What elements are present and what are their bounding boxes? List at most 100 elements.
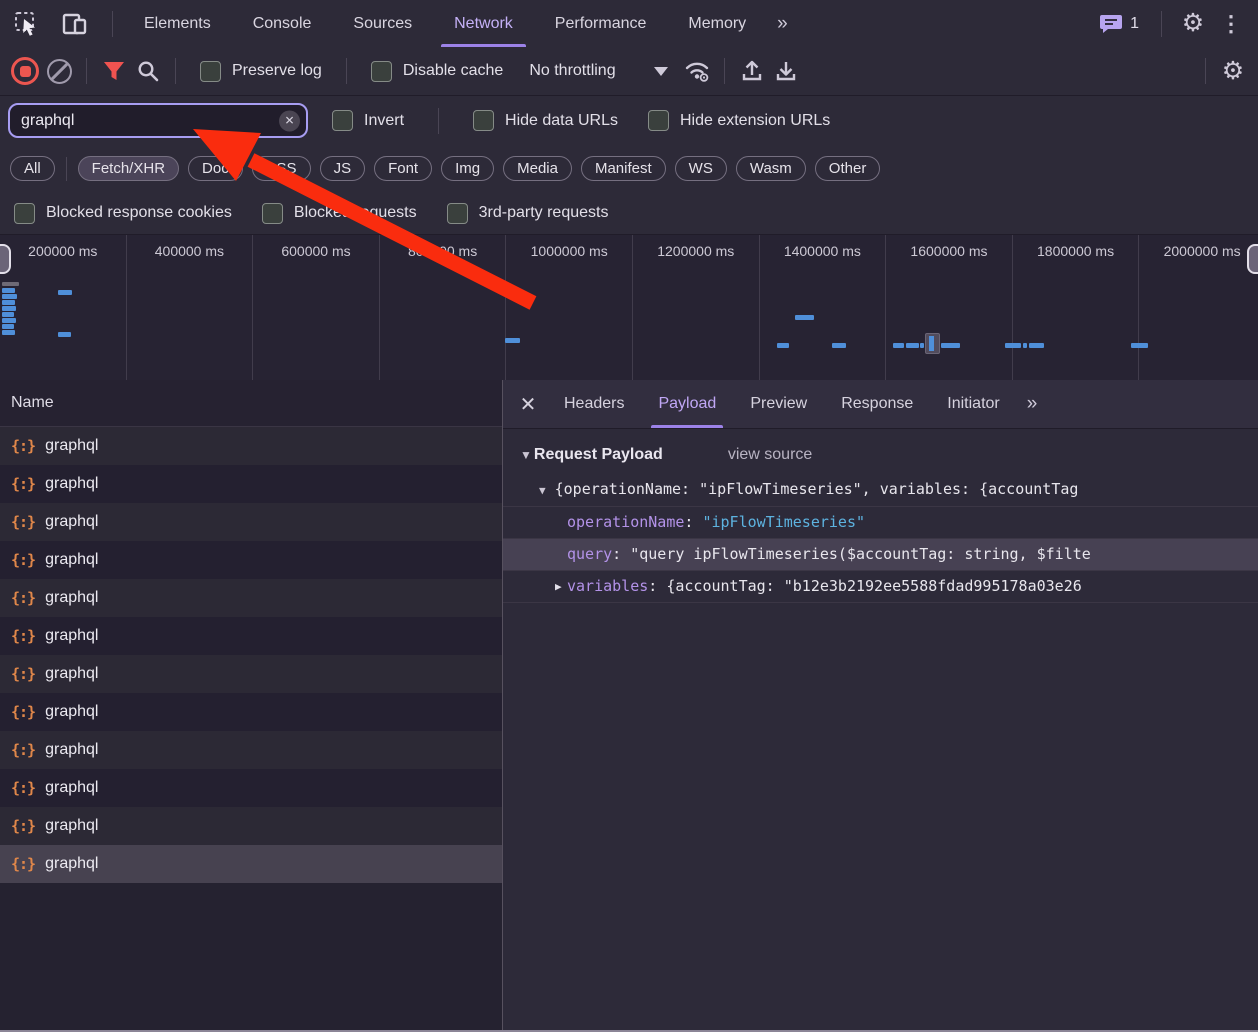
timeline-column: 1600000 ms	[886, 235, 1013, 382]
preserve-log-checkbox[interactable]	[200, 60, 221, 82]
chip-media[interactable]: Media	[503, 156, 572, 181]
close-detail-icon[interactable]: ✕	[509, 385, 547, 423]
request-row[interactable]: {:} graphql	[0, 769, 502, 807]
chip-other[interactable]: Other	[814, 156, 881, 181]
chip-manifest[interactable]: Manifest	[580, 156, 666, 181]
settings-gear-icon[interactable]: ⚙	[1176, 7, 1210, 41]
hide-data-urls-checkbox[interactable]	[473, 110, 495, 131]
network-overview-timeline[interactable]: 200000 ms 400000 ms 600000 ms 800000 ms 1000…	[0, 235, 1258, 384]
import-har-icon[interactable]	[735, 54, 769, 88]
payload-preview-text: {operationName: "ipFlowTimeseries", vari…	[554, 480, 1079, 498]
chip-font[interactable]: Font	[374, 156, 433, 181]
tab-network[interactable]: Network	[433, 0, 534, 47]
issues-button[interactable]: 1	[1091, 13, 1147, 35]
blocked-requests-toggle[interactable]: Blocked requests	[261, 202, 417, 224]
network-main-area: Name {:} graphql {:} graphql {:} graphql {:} gr…	[0, 380, 1258, 1030]
search-icon[interactable]	[131, 54, 165, 88]
filter-input-wrapper: ✕	[8, 103, 308, 138]
waterfall-bar	[2, 282, 19, 286]
network-settings-gear-icon[interactable]: ⚙	[1216, 54, 1250, 88]
request-row[interactable]: {:} graphql	[0, 617, 502, 655]
inspect-element-icon[interactable]	[10, 7, 44, 41]
timeline-column: 400000 ms	[127, 235, 254, 382]
request-row[interactable]: {:} graphql	[0, 845, 502, 883]
tab-sources[interactable]: Sources	[332, 0, 433, 47]
payload-entry-variables[interactable]: ▶ variables: {accountTag: "b12e3b2192ee55…	[503, 570, 1258, 603]
chip-css[interactable]: CSS	[251, 156, 311, 181]
extra-filter-checks: Blocked response cookies Blocked requests…	[0, 192, 1258, 235]
request-row[interactable]: {:} graphql	[0, 503, 502, 541]
invert-checkbox[interactable]	[332, 110, 353, 131]
json-file-icon: {:}	[11, 741, 36, 759]
kebab-menu-icon[interactable]: ⋮	[1214, 7, 1248, 41]
request-row[interactable]: {:} graphql	[0, 465, 502, 503]
filter-icon[interactable]	[97, 54, 131, 88]
request-row[interactable]: {:} graphql	[0, 655, 502, 693]
tab-memory[interactable]: Memory	[667, 0, 767, 47]
chip-wasm[interactable]: Wasm	[735, 156, 806, 181]
hide-extension-urls-toggle[interactable]: Hide extension URLs	[642, 110, 836, 131]
chip-js[interactable]: JS	[319, 156, 366, 181]
request-row[interactable]: {:} graphql	[0, 427, 502, 465]
request-row[interactable]: {:} graphql	[0, 807, 502, 845]
detail-tab-response[interactable]: Response	[824, 380, 930, 428]
tab-console[interactable]: Console	[232, 0, 333, 47]
hide-data-urls-toggle[interactable]: Hide data URLs	[449, 110, 642, 131]
toolbar-divider	[723, 58, 725, 84]
filter-input[interactable]	[10, 105, 306, 136]
payload-root-preview[interactable]: ▼ {operationName: "ipFlowTimeseries", va…	[503, 470, 1258, 506]
hide-extension-urls-checkbox[interactable]	[647, 110, 669, 131]
checkbox-icon[interactable]	[14, 202, 35, 224]
payload-entry-operationName[interactable]: operationName: "ipFlowTimeseries"	[503, 506, 1258, 538]
request-payload-section-header[interactable]: ▼ Request Payload view source	[503, 429, 1258, 470]
throttling-dropdown[interactable]: No throttling	[517, 62, 679, 80]
tab-elements[interactable]: Elements	[123, 0, 232, 47]
disable-cache-checkbox[interactable]	[370, 60, 392, 82]
preserve-log-toggle[interactable]: Preserve log	[186, 60, 336, 82]
request-row[interactable]: {:} graphql	[0, 731, 502, 769]
json-file-icon: {:}	[11, 855, 36, 873]
checkbox-icon[interactable]	[261, 202, 283, 224]
disable-cache-toggle[interactable]: Disable cache	[357, 60, 518, 82]
name-column-header[interactable]: Name	[0, 380, 502, 427]
detail-more-tabs-icon[interactable]: »	[1017, 393, 1046, 415]
chip-ws[interactable]: WS	[674, 156, 727, 181]
detail-tab-payload[interactable]: Payload	[641, 380, 733, 428]
overview-right-handle[interactable]	[1247, 244, 1258, 274]
more-panels-icon[interactable]: »	[767, 13, 796, 35]
3rd-party-requests-toggle[interactable]: 3rd-party requests	[446, 202, 609, 224]
clear-network-log-button[interactable]	[42, 54, 76, 88]
record-network-log-button[interactable]	[8, 54, 42, 88]
payload-entry-query[interactable]: query: "query ipFlowTimeseries($accountT…	[503, 538, 1258, 570]
chip-doc[interactable]: Doc	[188, 156, 243, 181]
chip-img[interactable]: Img	[441, 156, 495, 181]
expand-triangle-icon[interactable]: ▶	[555, 571, 562, 602]
check-label: 3rd-party requests	[478, 204, 609, 221]
clear-filter-icon[interactable]: ✕	[279, 110, 300, 131]
filter-divider	[438, 107, 440, 134]
request-row[interactable]: {:} graphql	[0, 579, 502, 617]
request-row[interactable]: {:} graphql	[0, 541, 502, 579]
payload-separator: :	[612, 545, 631, 563]
view-source-link[interactable]: view source	[728, 446, 812, 464]
request-row[interactable]: {:} graphql	[0, 693, 502, 731]
blocked-response-cookies-toggle[interactable]: Blocked response cookies	[14, 202, 232, 224]
request-name: graphql	[45, 703, 99, 720]
expand-triangle-icon: ▼	[539, 484, 546, 497]
device-toolbar-icon[interactable]	[58, 7, 92, 41]
payload-view: ▼ Request Payload view source ▼ {operati…	[503, 429, 1258, 1030]
invert-filter-toggle[interactable]: Invert	[308, 110, 428, 131]
checkbox-icon[interactable]	[446, 202, 468, 224]
overview-left-handle[interactable]	[0, 244, 11, 274]
tab-performance[interactable]: Performance	[534, 0, 668, 47]
chip-fetch-xhr[interactable]: Fetch/XHR	[77, 156, 180, 181]
export-har-icon[interactable]	[769, 54, 803, 88]
detail-tab-preview[interactable]: Preview	[733, 380, 824, 428]
detail-tab-headers[interactable]: Headers	[547, 380, 641, 428]
invert-label: Invert	[364, 111, 405, 129]
request-type-chips: All Fetch/XHR Doc CSS JS Font Img Media Manifest…	[0, 145, 1258, 192]
chip-all[interactable]: All	[10, 156, 55, 181]
detail-tab-initiator[interactable]: Initiator	[930, 380, 1016, 428]
timeline-tick-label: 1800000 ms	[1037, 243, 1115, 259]
network-conditions-icon[interactable]	[680, 54, 714, 88]
